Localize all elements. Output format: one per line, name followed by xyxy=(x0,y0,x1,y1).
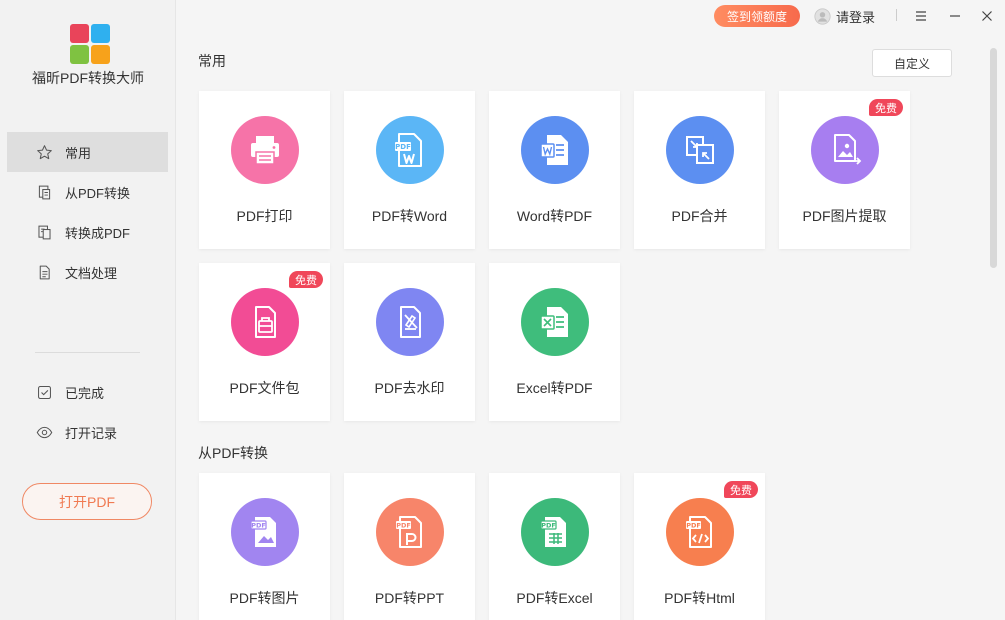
tool-icon-circle: PDF xyxy=(376,498,444,566)
tool-card-label: PDF转Html xyxy=(664,590,735,606)
svg-text:PDF: PDF xyxy=(686,522,701,530)
close-button[interactable] xyxy=(977,6,997,26)
sidebar-item-label: 已完成 xyxy=(65,385,105,401)
sidebar-item-label: 打开记录 xyxy=(65,425,118,441)
tool-card-excel-to-pdf[interactable]: Excel转PDF xyxy=(489,263,620,421)
tool-card-pdf-to-ppt[interactable]: PDF PDF转PPT xyxy=(344,473,475,620)
app-logo xyxy=(70,24,110,64)
open-pdf-button[interactable]: 打开PDF xyxy=(22,483,152,520)
minimize-button[interactable] xyxy=(945,6,965,26)
sign-in-reward-button[interactable]: 签到领额度 xyxy=(714,5,800,27)
tool-icon-circle: PDF xyxy=(376,116,444,184)
tool-card-word-to-pdf[interactable]: Word转PDF xyxy=(489,91,620,249)
svg-text:PDF: PDF xyxy=(251,522,266,530)
excel-to-pdf-icon xyxy=(540,307,568,337)
sidebar-item-label: 文档处理 xyxy=(65,265,118,281)
tool-icon-circle xyxy=(376,288,444,356)
tool-icon-circle: PDF xyxy=(521,498,589,566)
tool-card-label: PDF文件包 xyxy=(229,380,300,396)
tool-card-label: PDF图片提取 xyxy=(802,208,887,224)
file-package-icon xyxy=(255,306,276,338)
svg-text:PDF: PDF xyxy=(541,522,556,530)
tool-card-label: PDF转Word xyxy=(371,208,448,224)
sidebar-item-document[interactable]: 文档处理 xyxy=(7,252,168,292)
sidebar-item-label: 从PDF转换 xyxy=(65,185,131,201)
login-label: 请登录 xyxy=(836,9,876,25)
sidebar-item-to-pdf[interactable]: 转换成PDF xyxy=(7,212,168,252)
avatar-icon xyxy=(814,7,831,25)
eye-icon xyxy=(35,423,53,441)
tool-icon-circle: PDF xyxy=(666,498,734,566)
tool-card-label: PDF合并 xyxy=(671,208,728,224)
tool-card-label: Excel转PDF xyxy=(516,380,593,396)
tool-card-label: PDF打印 xyxy=(236,208,293,224)
login-link[interactable]: 请登录 xyxy=(814,6,875,26)
tool-card-label: PDF转图片 xyxy=(229,590,300,606)
tool-card-label: Word转PDF xyxy=(516,208,593,224)
tool-card-label: PDF转Excel xyxy=(516,590,593,606)
tool-card-pdf-print[interactable]: PDF打印 xyxy=(199,91,330,249)
sidebar-item-history[interactable]: 打开记录 xyxy=(7,412,168,452)
tool-card-label: PDF转PPT xyxy=(374,590,445,606)
pdf-to-word-icon: PDF xyxy=(395,133,422,167)
menu-icon xyxy=(916,11,926,21)
logo-quadrant xyxy=(70,24,89,43)
svg-text:PDF: PDF xyxy=(396,522,411,530)
printer-icon xyxy=(251,136,279,165)
tool-card-label: PDF去水印 xyxy=(374,380,445,396)
sidebar-item-completed[interactable]: 已完成 xyxy=(7,372,168,412)
customize-button[interactable]: 自定义 xyxy=(872,49,952,77)
tool-card-pdf-image-extract[interactable]: 免费 PDF图片提取 xyxy=(779,91,910,249)
free-badge: 免费 xyxy=(289,271,323,288)
sidebar-item-common[interactable]: 常用 xyxy=(7,132,168,172)
star-icon xyxy=(35,143,53,161)
logo-quadrant xyxy=(91,24,110,43)
svg-text:PDF: PDF xyxy=(395,143,411,151)
from-pdf-icon xyxy=(35,183,53,201)
pdf-to-ppt-icon: PDF xyxy=(396,516,422,548)
pdf-to-excel-icon: PDF xyxy=(540,517,566,547)
section-title-common: 常用 xyxy=(198,53,226,69)
section-title-from-pdf: 从PDF转换 xyxy=(198,445,268,461)
tool-icon-circle xyxy=(521,116,589,184)
sidebar: 福昕PDF转换大师 常用 从PDF转换 转换成PDF 文档处理 已完成 打开记录… xyxy=(0,0,176,620)
tool-card-pdf-package[interactable]: 免费 PDF文件包 xyxy=(199,263,330,421)
free-badge: 免费 xyxy=(724,481,758,498)
sidebar-item-from-pdf[interactable]: 从PDF转换 xyxy=(7,172,168,212)
tool-card-pdf-to-word[interactable]: PDF PDF转Word xyxy=(344,91,475,249)
tool-card-pdf-merge[interactable]: PDF合并 xyxy=(634,91,765,249)
merge-icon xyxy=(686,136,714,164)
tool-icon-circle xyxy=(666,116,734,184)
sidebar-divider xyxy=(35,352,140,353)
tool-card-remove-watermark[interactable]: PDF去水印 xyxy=(344,263,475,421)
remove-watermark-icon xyxy=(400,306,421,338)
free-badge: 免费 xyxy=(869,99,903,116)
app-name: 福昕PDF转换大师 xyxy=(32,70,144,86)
tool-icon-circle: PDF xyxy=(231,498,299,566)
pdf-to-html-icon: PDF xyxy=(686,516,712,548)
scrollbar-thumb[interactable] xyxy=(990,48,997,268)
check-icon xyxy=(35,383,53,401)
minimize-icon xyxy=(950,15,960,17)
tool-card-pdf-to-excel[interactable]: PDF PDF转Excel xyxy=(489,473,620,620)
image-extract-icon xyxy=(834,134,862,165)
topbar-separator xyxy=(896,9,897,21)
logo-quadrant xyxy=(91,45,110,64)
tool-card-pdf-to-image[interactable]: PDF PDF转图片 xyxy=(199,473,330,620)
sidebar-item-label: 转换成PDF xyxy=(65,225,131,241)
tool-icon-circle xyxy=(811,116,879,184)
tool-icon-circle xyxy=(231,288,299,356)
close-icon xyxy=(982,11,992,21)
document-icon xyxy=(35,263,53,281)
to-pdf-icon xyxy=(35,223,53,241)
tool-icon-circle xyxy=(231,116,299,184)
tool-icon-circle xyxy=(521,288,589,356)
menu-button[interactable] xyxy=(911,6,931,26)
word-to-pdf-icon xyxy=(540,135,568,165)
sidebar-item-label: 常用 xyxy=(65,145,92,161)
pdf-to-image-icon: PDF xyxy=(250,517,276,547)
tool-card-pdf-to-html[interactable]: 免费 PDF PDF转Html xyxy=(634,473,765,620)
logo-quadrant xyxy=(70,45,89,64)
